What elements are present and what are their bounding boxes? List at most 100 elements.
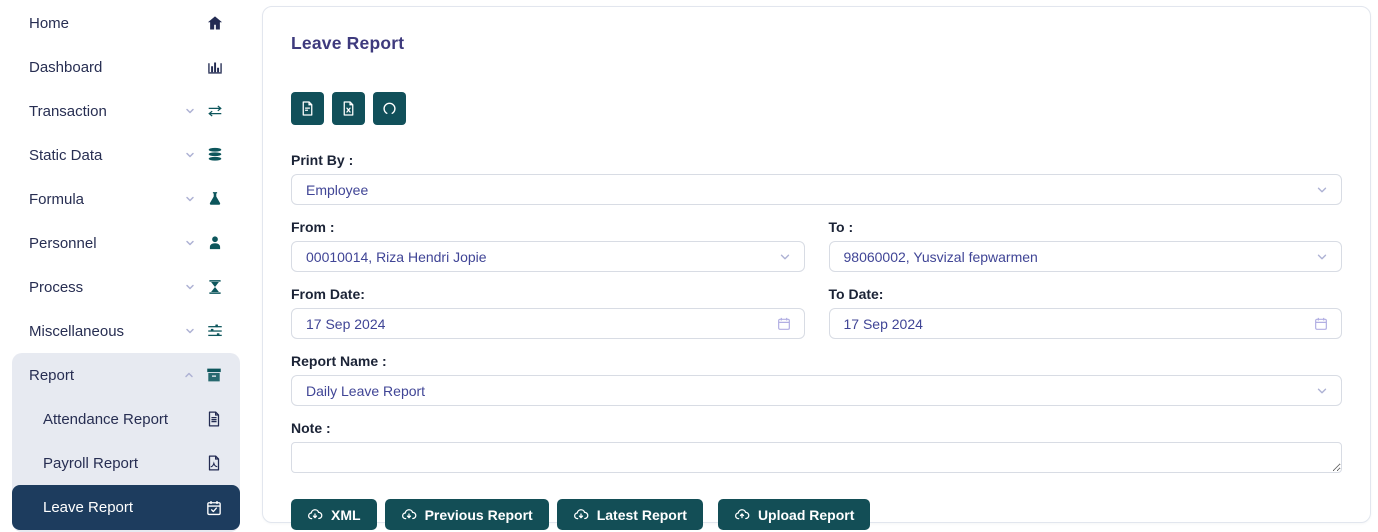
sidebar-item-label: Report bbox=[29, 367, 183, 384]
previous-report-button[interactable]: Previous Report bbox=[385, 499, 549, 530]
file-text-icon bbox=[205, 410, 223, 428]
from-label: From : bbox=[291, 219, 805, 235]
latest-report-button[interactable]: Latest Report bbox=[557, 499, 703, 530]
archive-box-icon bbox=[205, 366, 223, 384]
chevron-down-icon bbox=[184, 149, 196, 161]
calendar-icon[interactable] bbox=[1313, 316, 1329, 332]
to-date-input-wrap bbox=[829, 308, 1343, 339]
action-buttons: XML Previous Report Latest Report bbox=[291, 499, 1342, 530]
calendar-check-icon bbox=[205, 499, 223, 517]
sidebar-item-label: Process bbox=[29, 279, 184, 296]
sidebar-item-home[interactable]: Home bbox=[0, 1, 250, 45]
chevron-down-icon bbox=[184, 281, 196, 293]
file-excel-icon bbox=[340, 100, 357, 117]
print-by-field: Print By : Employee bbox=[291, 152, 1342, 205]
sidebar-item-label: Attendance Report bbox=[43, 411, 205, 428]
export-excel-button[interactable] bbox=[332, 92, 365, 125]
previous-report-button-label: Previous Report bbox=[425, 507, 533, 523]
home-icon bbox=[206, 14, 224, 32]
person-icon bbox=[206, 234, 224, 252]
print-by-label: Print By : bbox=[291, 152, 1342, 168]
to-employee-select[interactable]: 98060002, Yusvizal fepwarmen bbox=[829, 241, 1343, 272]
report-name-label: Report Name : bbox=[291, 353, 1342, 369]
note-label: Note : bbox=[291, 420, 1342, 436]
report-name-select[interactable]: Daily Leave Report bbox=[291, 375, 1342, 406]
hourglass-icon bbox=[206, 278, 224, 296]
sidebar-item-label: Payroll Report bbox=[43, 455, 205, 472]
report-group: Report Attendance Report Payroll Report bbox=[12, 353, 240, 532]
upload-report-button[interactable]: Upload Report bbox=[718, 499, 870, 530]
sidebar-item-miscellaneous[interactable]: Miscellaneous bbox=[0, 309, 250, 353]
sidebar-item-label: Formula bbox=[29, 191, 184, 208]
upload-report-button-label: Upload Report bbox=[758, 507, 854, 523]
toolbar bbox=[291, 92, 1342, 125]
print-by-select[interactable]: Employee bbox=[291, 174, 1342, 205]
cloud-upload-icon bbox=[734, 507, 750, 523]
chevron-down-icon bbox=[1315, 183, 1329, 197]
sidebar-item-attendance-report[interactable]: Attendance Report bbox=[12, 397, 240, 441]
sidebar-item-label: Miscellaneous bbox=[29, 323, 184, 340]
app-root: Home Dashboard Transaction Static Data bbox=[0, 0, 1378, 532]
from-field: From : 00010014, Riza Hendri Jopie bbox=[291, 205, 805, 272]
cloud-download-icon bbox=[573, 507, 589, 523]
print-by-value: Employee bbox=[306, 182, 368, 198]
calendar-icon[interactable] bbox=[776, 316, 792, 332]
cloud-download-icon bbox=[307, 507, 323, 523]
from-date-input[interactable] bbox=[306, 316, 776, 332]
chevron-down-icon bbox=[778, 250, 792, 264]
chevron-down-icon bbox=[184, 105, 196, 117]
to-label: To : bbox=[829, 219, 1343, 235]
page-title: Leave Report bbox=[291, 33, 1342, 54]
report-name-field: Report Name : Daily Leave Report bbox=[291, 353, 1342, 406]
flask-icon bbox=[206, 190, 224, 208]
sidebar-item-label: Personnel bbox=[29, 235, 184, 252]
export-document-button[interactable] bbox=[291, 92, 324, 125]
to-date-label: To Date: bbox=[829, 286, 1343, 302]
refresh-icon bbox=[381, 100, 398, 117]
sliders-icon bbox=[206, 322, 224, 340]
sidebar-item-personnel[interactable]: Personnel bbox=[0, 221, 250, 265]
leave-report-card: Leave Report bbox=[262, 6, 1371, 523]
to-employee-value: 98060002, Yusvizal fepwarmen bbox=[844, 249, 1038, 265]
sidebar-item-report[interactable]: Report bbox=[12, 353, 240, 397]
sidebar-item-dashboard[interactable]: Dashboard bbox=[0, 45, 250, 89]
main-area: Leave Report bbox=[250, 0, 1378, 532]
from-date-input-wrap bbox=[291, 308, 805, 339]
sidebar-item-label: Static Data bbox=[29, 147, 184, 164]
sidebar-item-transaction[interactable]: Transaction bbox=[0, 89, 250, 133]
from-date-field: From Date: bbox=[291, 272, 805, 339]
sidebar-item-formula[interactable]: Formula bbox=[0, 177, 250, 221]
xml-button-label: XML bbox=[331, 507, 361, 523]
sidebar: Home Dashboard Transaction Static Data bbox=[0, 0, 250, 532]
chevron-down-icon bbox=[1315, 384, 1329, 398]
file-lines-icon bbox=[299, 100, 316, 117]
sidebar-item-leave-report[interactable]: Leave Report bbox=[12, 485, 240, 530]
sidebar-item-label: Transaction bbox=[29, 103, 184, 120]
to-field: To : 98060002, Yusvizal fepwarmen bbox=[829, 205, 1343, 272]
to-date-input[interactable] bbox=[844, 316, 1314, 332]
transfer-arrows-icon bbox=[206, 102, 224, 120]
file-pdf-icon bbox=[205, 454, 223, 472]
chevron-down-icon bbox=[184, 193, 196, 205]
chevron-up-icon bbox=[183, 369, 195, 381]
sidebar-item-label: Home bbox=[29, 15, 206, 32]
sidebar-item-payroll-report[interactable]: Payroll Report bbox=[12, 441, 240, 485]
latest-report-button-label: Latest Report bbox=[597, 507, 687, 523]
sidebar-item-process[interactable]: Process bbox=[0, 265, 250, 309]
from-employee-value: 00010014, Riza Hendri Jopie bbox=[306, 249, 487, 265]
chevron-down-icon bbox=[184, 237, 196, 249]
to-date-field: To Date: bbox=[829, 272, 1343, 339]
sidebar-item-label: Dashboard bbox=[29, 59, 206, 76]
chevron-down-icon bbox=[1315, 250, 1329, 264]
xml-button[interactable]: XML bbox=[291, 499, 377, 530]
from-date-label: From Date: bbox=[291, 286, 805, 302]
report-name-value: Daily Leave Report bbox=[306, 383, 425, 399]
note-textarea[interactable] bbox=[291, 442, 1342, 473]
refresh-button[interactable] bbox=[373, 92, 406, 125]
cloud-download-icon bbox=[401, 507, 417, 523]
sidebar-item-static-data[interactable]: Static Data bbox=[0, 133, 250, 177]
from-employee-select[interactable]: 00010014, Riza Hendri Jopie bbox=[291, 241, 805, 272]
note-field: Note : bbox=[291, 420, 1342, 473]
bar-chart-icon bbox=[206, 58, 224, 76]
database-icon bbox=[206, 146, 224, 164]
